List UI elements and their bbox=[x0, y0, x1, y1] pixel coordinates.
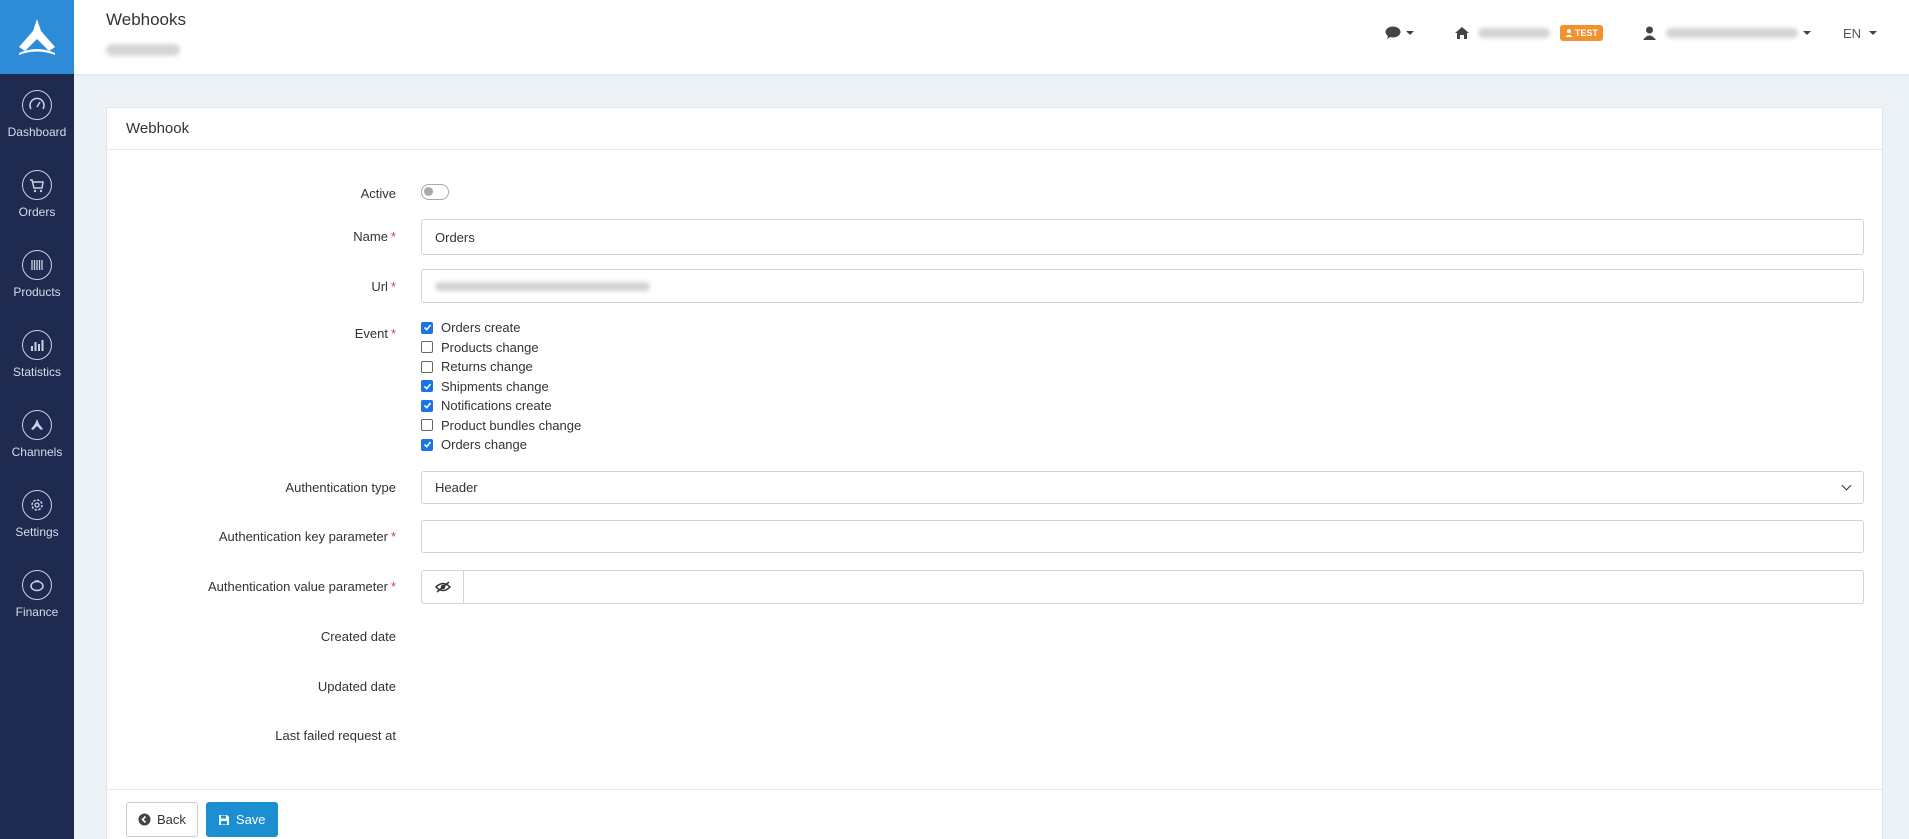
sidebar-item-channels[interactable]: Channels bbox=[0, 394, 74, 474]
channels-icon bbox=[22, 409, 52, 440]
url-label: Url * bbox=[371, 279, 396, 294]
logo-icon bbox=[19, 19, 55, 55]
chevron-down-icon bbox=[1405, 31, 1414, 35]
save-label: Save bbox=[235, 812, 266, 827]
auth-key-field[interactable] bbox=[421, 520, 1864, 553]
auth-value-label: Authentication value parameter * bbox=[207, 579, 396, 594]
sidebar-item-label: Statistics bbox=[12, 364, 61, 379]
url-value-redacted bbox=[435, 281, 650, 291]
webhook-card: Webhook Active Name * Orders Url * Event * … bbox=[106, 107, 1883, 839]
store-name-redacted bbox=[1477, 28, 1550, 38]
gear-icon bbox=[22, 489, 52, 520]
page-title: Webhooks bbox=[106, 10, 187, 29]
checkbox-checked[interactable] bbox=[421, 399, 433, 412]
auth-key-label: Authentication key parameter * bbox=[218, 529, 396, 544]
user-icon bbox=[1565, 29, 1573, 37]
floppy-disk-icon bbox=[218, 814, 229, 825]
test-badge: TEST bbox=[1559, 25, 1603, 41]
speedometer-icon bbox=[22, 89, 52, 120]
arrow-left-circle-icon bbox=[138, 813, 151, 826]
name-label: Name * bbox=[353, 229, 396, 244]
sidebar-item-finance[interactable]: Finance bbox=[0, 554, 74, 634]
auth-type-select[interactable]: Header bbox=[421, 471, 1864, 504]
sidebar-item-statistics[interactable]: Statistics bbox=[0, 314, 74, 394]
checkbox-checked[interactable] bbox=[421, 380, 433, 393]
sidebar-item-label: Settings bbox=[15, 524, 59, 539]
user-menu[interactable] bbox=[1642, 26, 1811, 40]
card-footer: Back Save bbox=[107, 789, 1882, 839]
checkbox-checked[interactable] bbox=[421, 438, 433, 451]
last-failed-label: Last failed request at bbox=[275, 728, 396, 743]
chevron-down-icon bbox=[1869, 31, 1877, 35]
auth-value-field[interactable] bbox=[464, 570, 1864, 604]
event-products-change[interactable]: Products change bbox=[421, 338, 1864, 358]
auth-type-label: Authentication type bbox=[285, 480, 396, 495]
name-field[interactable]: Orders bbox=[421, 219, 1864, 255]
sidebar: Dashboard Orders Products Statistics Cha… bbox=[0, 0, 74, 839]
store-selector[interactable]: TEST bbox=[1454, 25, 1603, 41]
language-selector[interactable]: EN bbox=[1843, 26, 1877, 41]
chevron-down-icon bbox=[1841, 480, 1852, 491]
event-product-bundles-change[interactable]: Product bundles change bbox=[421, 416, 1864, 436]
back-label: Back bbox=[157, 812, 186, 827]
sidebar-item-settings[interactable]: Settings bbox=[0, 474, 74, 554]
active-label: Active bbox=[360, 186, 396, 201]
badge-label: TEST bbox=[1574, 28, 1598, 38]
active-toggle[interactable] bbox=[421, 184, 449, 200]
name-value: Orders bbox=[435, 229, 475, 245]
chevron-down-icon bbox=[1802, 31, 1811, 35]
toggle-visibility-button[interactable] bbox=[421, 570, 464, 604]
sidebar-item-label: Dashboard bbox=[7, 124, 67, 139]
sidebar-item-label: Finance bbox=[15, 604, 59, 619]
home-icon bbox=[1454, 27, 1469, 39]
sidebar-item-orders[interactable]: Orders bbox=[0, 154, 74, 234]
checkbox-unchecked[interactable] bbox=[421, 341, 433, 354]
auth-type-value: Header bbox=[435, 480, 478, 495]
chat-icon bbox=[1385, 26, 1401, 39]
page-subtitle-redacted bbox=[106, 44, 180, 56]
user-icon bbox=[1642, 26, 1656, 40]
auth-value-group bbox=[421, 570, 1864, 604]
sidebar-item-label: Products bbox=[13, 284, 61, 299]
sidebar-item-products[interactable]: Products bbox=[0, 234, 74, 314]
event-notifications-create[interactable]: Notifications create bbox=[421, 396, 1864, 416]
app-logo[interactable] bbox=[0, 0, 74, 74]
card-title: Webhook bbox=[107, 108, 1882, 150]
checkbox-checked[interactable] bbox=[421, 321, 433, 334]
messages-dropdown[interactable] bbox=[1385, 26, 1414, 40]
checkbox-unchecked[interactable] bbox=[421, 360, 433, 373]
event-checkbox-list: Orders create Products change Returns ch… bbox=[421, 318, 1864, 455]
updated-date-label: Updated date bbox=[317, 679, 396, 694]
barcode-icon bbox=[22, 249, 52, 280]
event-returns-change[interactable]: Returns change bbox=[421, 357, 1864, 377]
event-orders-create[interactable]: Orders create bbox=[421, 318, 1864, 338]
topbar: Webhooks TEST EN bbox=[74, 0, 1909, 74]
sidebar-item-dashboard[interactable]: Dashboard bbox=[0, 74, 74, 154]
save-button[interactable]: Save bbox=[205, 802, 278, 837]
sidebar-item-label: Orders bbox=[18, 204, 56, 219]
event-shipments-change[interactable]: Shipments change bbox=[421, 377, 1864, 397]
checkbox-unchecked[interactable] bbox=[421, 419, 433, 432]
back-button[interactable]: Back bbox=[126, 802, 198, 837]
created-date-label: Created date bbox=[320, 629, 396, 644]
url-field[interactable] bbox=[421, 269, 1864, 303]
event-label: Event * bbox=[354, 326, 396, 341]
topbar-actions: TEST EN bbox=[1385, 0, 1909, 66]
chart-icon bbox=[22, 329, 52, 360]
language-label: EN bbox=[1842, 25, 1861, 41]
event-orders-change[interactable]: Orders change bbox=[421, 435, 1864, 455]
eye-slash-icon bbox=[434, 581, 451, 593]
piggy-bank-icon bbox=[22, 569, 52, 600]
cart-icon bbox=[22, 169, 52, 200]
sidebar-item-label: Channels bbox=[11, 444, 63, 459]
user-name-redacted bbox=[1665, 28, 1798, 38]
